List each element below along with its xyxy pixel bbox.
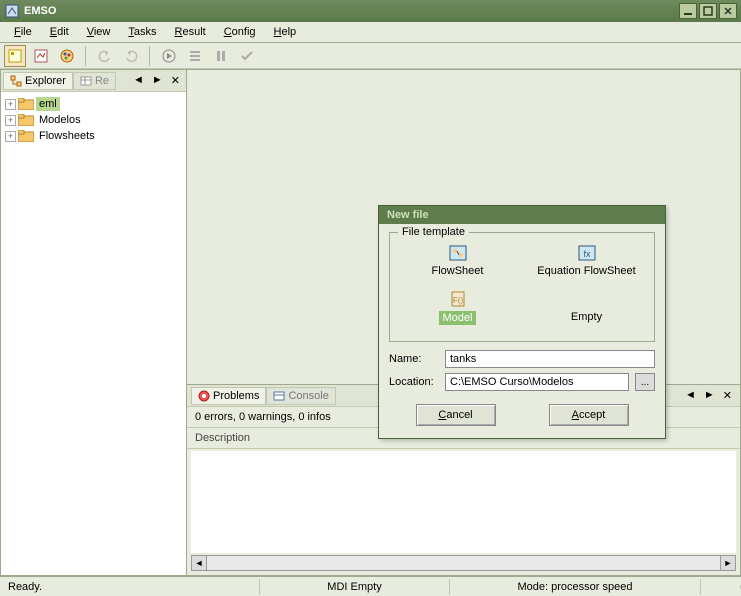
template-label: Empty — [527, 311, 646, 323]
file-template-legend: File template — [398, 226, 469, 238]
cancel-button[interactable]: Cancel — [416, 404, 496, 426]
name-row: Name: — [389, 350, 655, 368]
svg-text:fx: fx — [583, 249, 591, 259]
status-mdi: MDI Empty — [260, 579, 450, 595]
template-label: FlowSheet — [398, 265, 517, 277]
location-label: Location: — [389, 376, 439, 388]
status-mode: Mode: processor speed — [450, 579, 701, 595]
tab-explorer-label: Explorer — [25, 75, 66, 87]
tool-palette-icon[interactable] — [56, 45, 78, 67]
sidebar-tabs: Explorer Re ◄ ► ✕ — [1, 70, 186, 92]
template-label: Equation FlowSheet — [527, 265, 646, 277]
svg-text:F(): F() — [452, 296, 463, 305]
expander-icon[interactable]: + — [5, 115, 16, 126]
template-model[interactable]: F() Model — [396, 285, 519, 329]
location-input[interactable] — [445, 373, 629, 391]
scroll-left-icon[interactable]: ◄ — [191, 555, 207, 571]
app-title: EMSO — [24, 5, 679, 17]
accept-button[interactable]: Accept — [549, 404, 629, 426]
empty-icon — [527, 289, 646, 309]
app-icon — [4, 3, 20, 19]
tree-label: Flowsheets — [36, 129, 98, 143]
tab-results[interactable]: Re — [73, 72, 116, 90]
tab-explorer[interactable]: Explorer — [3, 72, 73, 90]
nav-prev-icon[interactable]: ◄ — [685, 389, 696, 402]
tab-console-label: Console — [288, 390, 328, 402]
menu-help[interactable]: Help — [266, 24, 305, 40]
file-template-group: File template FlowSheet fx Equation Flow… — [389, 232, 655, 342]
template-equation-flowsheet[interactable]: fx Equation FlowSheet — [525, 239, 648, 281]
close-button[interactable] — [719, 3, 737, 19]
tree-item-modelos[interactable]: + Modelos — [3, 112, 184, 128]
tree-label: eml — [36, 97, 60, 111]
status-grip — [701, 585, 741, 589]
tool-list-icon[interactable] — [184, 45, 206, 67]
new-file-dialog: New file File template FlowSheet fx Equa… — [378, 205, 666, 439]
explorer-tree: + eml + Modelos + Flowsheets — [1, 92, 186, 575]
window-controls — [679, 3, 737, 19]
browse-button[interactable]: ... — [635, 373, 655, 391]
problems-icon — [198, 390, 210, 402]
tree-label: Modelos — [36, 113, 84, 127]
tool-redo-icon[interactable] — [120, 45, 142, 67]
tree-item-eml[interactable]: + eml — [3, 96, 184, 112]
nav-next-icon[interactable]: ► — [704, 389, 715, 402]
nav-next-icon[interactable]: ► — [152, 74, 163, 87]
tab-problems-label: Problems — [213, 390, 259, 402]
status-ready: Ready. — [0, 579, 260, 595]
template-empty[interactable]: Empty — [525, 285, 648, 329]
scroll-track[interactable] — [207, 555, 720, 571]
name-input[interactable] — [445, 350, 655, 368]
minimize-button[interactable] — [679, 3, 697, 19]
menu-config[interactable]: Config — [216, 24, 264, 40]
menu-result[interactable]: Result — [167, 24, 214, 40]
console-icon — [273, 390, 285, 402]
tool-check-icon[interactable] — [236, 45, 258, 67]
name-label: Name: — [389, 353, 439, 365]
table-icon — [80, 75, 92, 87]
menu-tasks[interactable]: Tasks — [120, 24, 164, 40]
tool-run-icon[interactable] — [158, 45, 180, 67]
maximize-button[interactable] — [699, 3, 717, 19]
tab-console[interactable]: Console — [266, 387, 335, 405]
template-label: Model — [439, 311, 477, 325]
toolbar-separator — [149, 46, 151, 66]
flowsheet-icon — [398, 243, 517, 263]
menu-view[interactable]: View — [79, 24, 119, 40]
toolbar-separator — [85, 46, 87, 66]
tool-chart-icon[interactable] — [30, 45, 52, 67]
tab-results-label: Re — [95, 75, 109, 87]
tree-icon — [10, 75, 22, 87]
statusbar: Ready. MDI Empty Mode: processor speed — [0, 576, 741, 596]
toolbar — [0, 43, 741, 69]
expander-icon[interactable]: + — [5, 99, 16, 110]
tree-item-flowsheets[interactable]: + Flowsheets — [3, 128, 184, 144]
scroll-right-icon[interactable]: ► — [720, 555, 736, 571]
folder-icon — [18, 113, 34, 127]
nav-close-icon[interactable]: ✕ — [171, 74, 180, 87]
titlebar: EMSO — [0, 0, 741, 22]
folder-icon — [18, 129, 34, 143]
nav-close-icon[interactable]: ✕ — [723, 389, 732, 402]
dialog-title: New file — [379, 206, 665, 224]
nav-prev-icon[interactable]: ◄ — [133, 74, 144, 87]
horizontal-scrollbar[interactable]: ◄ ► — [191, 555, 736, 571]
tab-problems[interactable]: Problems — [191, 387, 266, 405]
tool-undo-icon[interactable] — [94, 45, 116, 67]
template-flowsheet[interactable]: FlowSheet — [396, 239, 519, 281]
expander-icon[interactable]: + — [5, 131, 16, 142]
menubar: File Edit View Tasks Result Config Help — [0, 22, 741, 43]
sidebar: Explorer Re ◄ ► ✕ + eml + Modelos — [1, 70, 187, 575]
equation-flowsheet-icon: fx — [527, 243, 646, 263]
folder-icon — [18, 97, 34, 111]
model-icon: F() — [398, 289, 517, 309]
menu-file[interactable]: File — [6, 24, 40, 40]
location-row: Location: ... — [389, 373, 655, 391]
problems-body — [191, 451, 736, 553]
menu-edit[interactable]: Edit — [42, 24, 77, 40]
tool-explorer-icon[interactable] — [4, 45, 26, 67]
tool-pause-icon[interactable] — [210, 45, 232, 67]
